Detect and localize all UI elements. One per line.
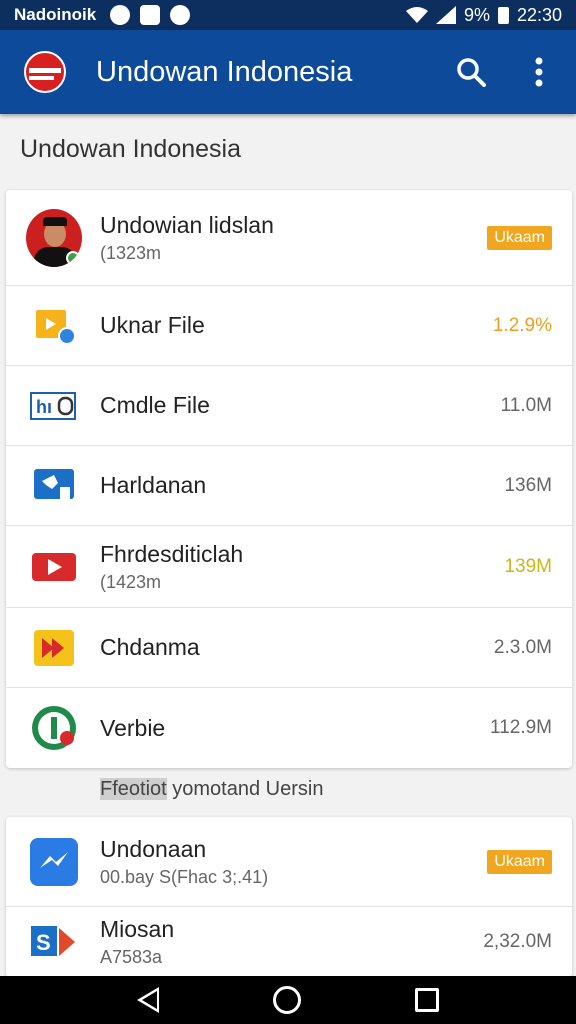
video-icon [26,539,82,595]
list-item[interactable]: Harldanan 136M [6,446,572,526]
app-bar: Undowan Indonesia [0,30,576,114]
wifi-icon [405,7,428,23]
list-item[interactable]: hı Cmdle File 11.0M [6,366,572,446]
back-icon[interactable] [137,987,159,1013]
app-list-card: Undowian lidslan (1323m Ukaam Uknar File… [6,190,572,768]
status-badge[interactable]: Ukaam [487,225,552,250]
play-icon [26,620,82,676]
list-item[interactable]: Chdanma 2.3.0M [6,608,572,688]
item-name: Uknar File [100,312,205,338]
battery-icon [497,6,509,24]
list-item[interactable]: Verbie 112.9M [6,688,572,768]
folder-icon [26,298,82,354]
item-value: 2.3.0M [493,636,552,658]
item-name: Cmdle File [100,392,210,418]
battery-percent: 9% [463,4,490,25]
notification-app-icon [140,5,161,25]
list-item[interactable]: Undonaan 00.bay S(Fhac 3;.41) Ukaam [6,817,572,907]
navigation-bar [0,976,576,1024]
list-item[interactable]: Uknar File 1.2.9% [6,286,572,366]
list-item[interactable]: S Miosan A7583a 2,32.0M [6,907,572,977]
clock: 22:30 [516,4,562,25]
avatar [26,208,82,267]
item-name: Verbie [100,714,166,741]
item-name: Harldanan [100,472,207,498]
status-bar: Nadoinoik 9% 22:30 [0,0,576,30]
app-title: Undowan Indonesia [96,55,353,88]
footer-text: Ffeotiot yomotand Uersin [100,778,323,801]
footer-highlight: Ffeotiot [100,778,167,800]
item-name: Miosan [100,916,175,942]
item-sub: 00.bay S(Fhac 3;.41) [100,866,269,887]
item-value: 11.0M [500,394,552,416]
s-logo-icon: S [26,914,82,970]
svg-text:hı: hı [36,397,52,417]
item-value: 136M [504,474,552,496]
badge-icon [26,700,82,756]
search-icon[interactable] [454,55,488,89]
list-item[interactable]: Fhrdesditiclah (1423m 139M [6,526,572,608]
item-name: Undowian lidslan [100,211,274,238]
svg-text:S: S [36,930,51,955]
section-title: Undowan Indonesia [20,135,241,163]
item-name: Fhrdesditiclah [100,540,244,567]
item-value: 112.9M [490,717,552,738]
status-badge[interactable]: Ukaam [487,849,552,874]
notification-chat-icon [170,5,191,25]
signal-icon [435,6,456,24]
carrier-name: Nadoinoik [14,5,97,24]
list-item[interactable]: Undowian lidslan (1323m Ukaam [6,190,572,286]
item-value: 1.2.9% [492,314,552,336]
more-vert-icon[interactable] [522,55,556,89]
tool-icon [26,458,82,514]
item-sub: A7583a [100,947,163,967]
recents-icon[interactable] [415,988,439,1012]
flag-icon[interactable] [24,51,66,93]
footer-rest: yomotand Uersin [166,778,324,800]
item-name: Undonaan [100,835,207,862]
notification-settings-icon [110,5,131,25]
item-name: Chdanma [100,634,200,660]
home-icon[interactable] [273,986,301,1014]
code-file-icon: hı [26,378,82,434]
item-sub: (1323m [100,242,162,263]
item-sub: (1423m [100,571,162,592]
app-list-card-2: Undonaan 00.bay S(Fhac 3;.41) Ukaam S Mi… [6,817,572,977]
messenger-icon [26,834,82,890]
item-value: 139M [504,555,552,577]
item-value: 2,32.0M [483,931,552,952]
